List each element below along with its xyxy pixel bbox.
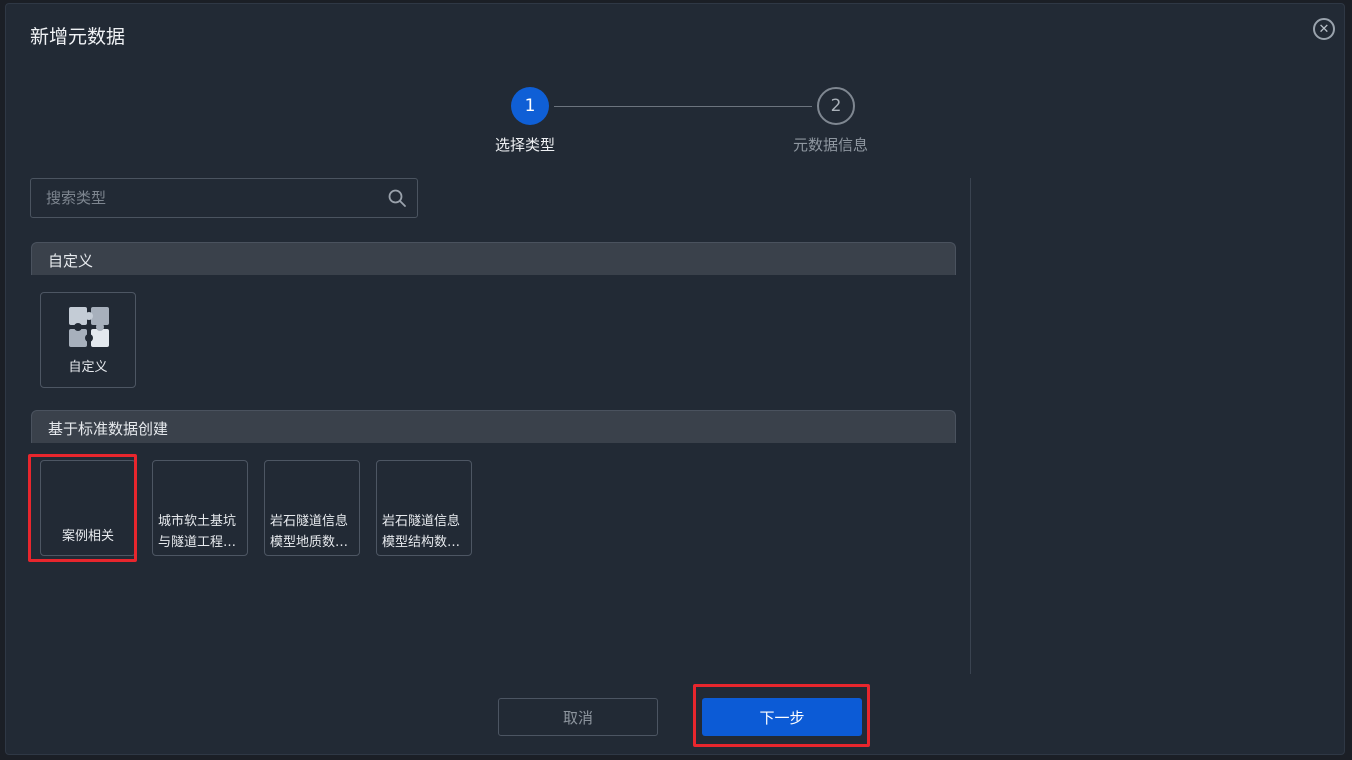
puzzle-icon: [69, 307, 109, 347]
card-label-line1: 岩石隧道信息: [382, 514, 461, 529]
step-connector: [554, 106, 812, 107]
type-card-case[interactable]: 案例相关: [40, 460, 136, 556]
section-header-custom: 自定义: [31, 242, 956, 275]
vertical-divider: [970, 178, 971, 674]
cancel-button[interactable]: 取消: [498, 698, 658, 736]
type-card-custom[interactable]: 自定义: [40, 292, 136, 388]
card-label-line1: 城市软土基坑: [158, 514, 237, 529]
type-card-rock-tunnel-geology[interactable]: 岩石隧道信息 模型地质数…: [264, 460, 360, 556]
type-card-rock-tunnel-structure[interactable]: 岩石隧道信息 模型结构数…: [376, 460, 472, 556]
step-2-label: 元数据信息: [793, 136, 869, 154]
step-1-indicator: 1: [511, 87, 549, 125]
dialog-title: 新增元数据: [30, 26, 126, 48]
type-card-soft-soil-tunnel[interactable]: 城市软土基坑 与隧道工程…: [152, 460, 248, 556]
card-label-line2: 模型结构数…: [382, 535, 461, 550]
card-label-line1: 岩石隧道信息: [270, 514, 349, 529]
step-1-label: 选择类型: [495, 136, 556, 154]
card-label: 案例相关: [61, 529, 114, 544]
search-icon[interactable]: [387, 188, 407, 208]
card-label: 自定义: [68, 360, 108, 375]
search-box: [30, 178, 418, 218]
next-step-button[interactable]: 下一步: [702, 698, 862, 736]
step-2-indicator: 2: [817, 87, 855, 125]
section-header-standard: 基于标准数据创建: [31, 410, 956, 443]
close-icon[interactable]: ✕: [1313, 18, 1335, 40]
new-metadata-dialog: 新增元数据 ✕ 1 2 选择类型 元数据信息 自定义 自定义 基于标准数据创建 …: [5, 3, 1345, 755]
card-label-line2: 与隧道工程…: [158, 535, 237, 550]
card-label-line2: 模型地质数…: [270, 535, 349, 550]
search-input[interactable]: [31, 188, 368, 208]
